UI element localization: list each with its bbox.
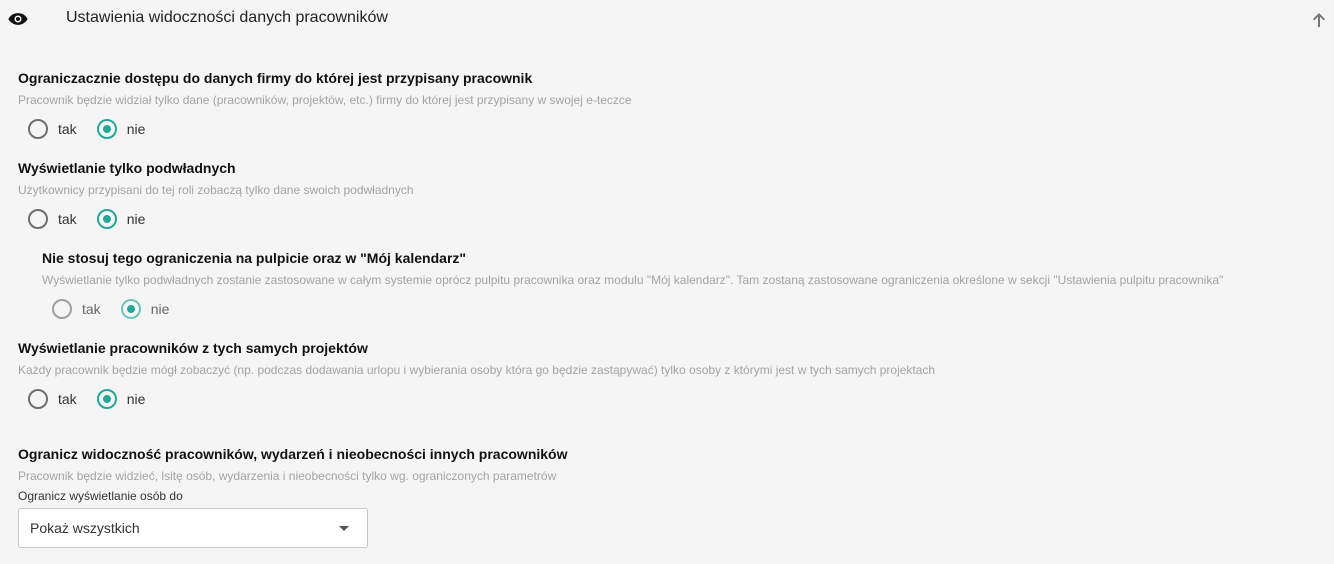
setting-same-projects: Wyświetlanie pracowników z tych samych p… [18, 340, 935, 409]
radio-circle[interactable] [28, 119, 48, 139]
radio-nie[interactable]: nie [120, 299, 170, 319]
eye-icon [8, 13, 28, 25]
setting-subordinates-only: Wyświetlanie tylko podwładnych Użytkowni… [18, 160, 414, 229]
radio-group: tak nie [28, 389, 935, 409]
panel-header[interactable]: Ustawienia widoczności danych pracownikó… [0, 0, 1334, 40]
setting-description: Pracownik będzie widzieć, lsitę osób, wy… [18, 469, 557, 483]
radio-group: tak nie [28, 209, 414, 229]
radio-nie[interactable]: nie [96, 389, 146, 409]
radio-circle[interactable] [120, 299, 141, 319]
radio-tak[interactable]: tak [28, 209, 77, 229]
radio-circle[interactable] [96, 209, 117, 229]
radio-label: nie [126, 391, 146, 407]
setting-title: Ogranicz widoczność pracowników, wydarze… [18, 446, 568, 462]
caret-down-icon[interactable] [339, 526, 349, 531]
radio-circle[interactable] [28, 389, 48, 409]
radio-label: nie [126, 211, 146, 227]
radio-label: nie [150, 301, 170, 317]
select-label: Ogranicz wyświetlanie osób do [18, 489, 183, 503]
setting-title: Ograniczacznie dostępu do danych firmy d… [18, 70, 533, 86]
setting-description: Wyświetlanie tylko podwładnych zostanie … [42, 273, 1224, 287]
radio-label: tak [82, 301, 101, 317]
radio-label: tak [58, 391, 77, 407]
panel-title: Ustawienia widoczności danych pracownikó… [66, 9, 388, 26]
radio-circle[interactable] [96, 119, 117, 139]
setting-description: Użytkownicy przypisani do tej roli zobac… [18, 183, 414, 197]
setting-dashboard-exception: Nie stosuj tego ograniczenia na pulpicie… [42, 250, 1223, 319]
radio-nie[interactable]: nie [96, 209, 146, 229]
radio-circle[interactable] [52, 299, 72, 319]
radio-label: tak [58, 211, 77, 227]
radio-tak[interactable]: tak [52, 299, 101, 319]
radio-nie[interactable]: nie [96, 119, 146, 139]
setting-title: Wyświetlanie tylko podwładnych [18, 160, 236, 176]
setting-title: Wyświetlanie pracowników z tych samych p… [18, 340, 368, 356]
setting-description: Każdy pracownik będzie mógł zobaczyć (np… [18, 363, 936, 377]
radio-circle[interactable] [28, 209, 48, 229]
radio-group: tak nie [28, 119, 632, 139]
arrow-up-icon[interactable] [1309, 10, 1329, 30]
setting-title: Nie stosuj tego ograniczenia na pulpicie… [42, 250, 467, 266]
setting-limit-visibility: Ogranicz widoczność pracowników, wydarze… [18, 446, 568, 548]
radio-group: tak nie [52, 299, 1223, 319]
setting-description: Pracownik będzie widział tylko dane (pra… [18, 93, 632, 107]
radio-tak[interactable]: tak [28, 119, 77, 139]
radio-label: tak [58, 121, 77, 137]
radio-tak[interactable]: tak [28, 389, 77, 409]
radio-label: nie [126, 121, 146, 137]
radio-circle[interactable] [96, 389, 117, 409]
setting-company-access: Ograniczacznie dostępu do danych firmy d… [18, 70, 632, 139]
limit-display-select[interactable]: Pokaż wszystkich [18, 508, 368, 548]
select-value: Pokaż wszystkich [30, 520, 140, 536]
